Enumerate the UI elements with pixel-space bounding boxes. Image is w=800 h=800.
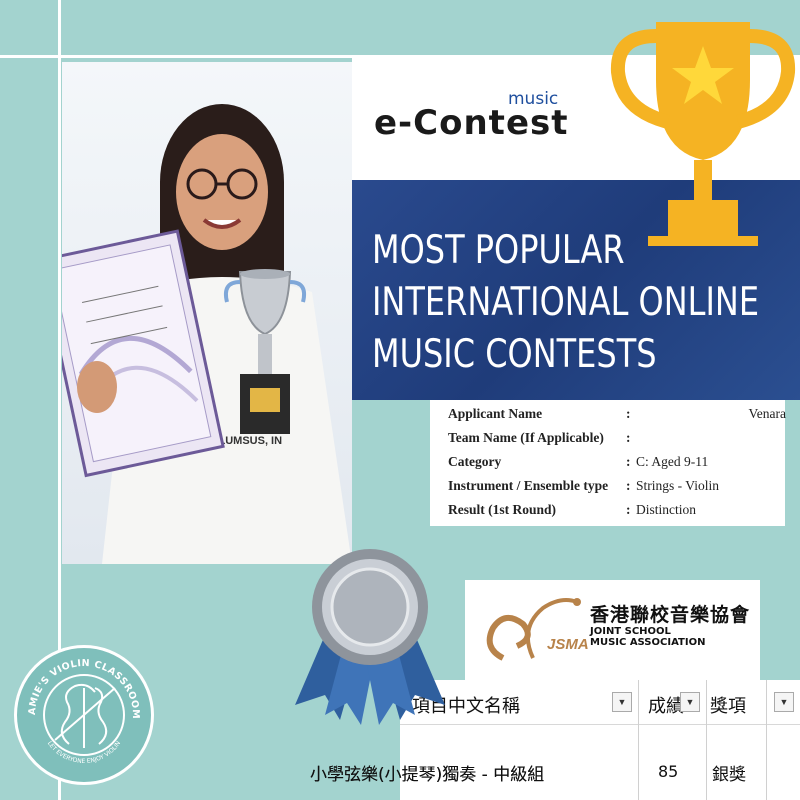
jsma-english-line-2: MUSIC ASSOCIATION <box>590 637 706 648</box>
applicant-info-card: Applicant Name : Venara Team Name (If Ap… <box>430 400 786 526</box>
info-label: Category <box>448 454 502 469</box>
econtest-logo: e-Contest <box>374 103 569 143</box>
info-row-result: Result (1st Round) : Distinction <box>448 502 778 522</box>
cell-score: 85 <box>658 762 679 781</box>
info-value: Venara <box>748 406 786 421</box>
headline-line-2: INTERNATIONAL ONLINE <box>372 280 760 325</box>
header-award: 獎項 <box>710 696 746 717</box>
jsma-chinese-name: 香港聯校音樂協會 <box>590 604 751 626</box>
info-colon: : <box>626 406 631 421</box>
info-row-instrument: Instrument / Ensemble type : Strings - V… <box>448 478 778 498</box>
info-colon: : <box>626 430 631 445</box>
filter-dropdown-icon[interactable]: ▼ <box>680 692 700 712</box>
info-row-category: Category : C: Aged 9-11 <box>448 454 778 474</box>
cell-award: 銀獎 <box>712 765 746 785</box>
info-colon: : <box>626 478 631 493</box>
info-value: C: Aged 9-11 <box>636 454 709 469</box>
info-label: Result (1st Round) <box>448 502 557 517</box>
student-photo: COLUMSUS, IN <box>62 62 352 564</box>
jsma-english-line-1: JOINT SCHOOL <box>590 626 671 637</box>
violin-scroll-icon <box>486 598 581 661</box>
filter-dropdown-icon[interactable]: ▼ <box>612 692 632 712</box>
jsma-english-name: JOINT SCHOOL MUSIC ASSOCIATION <box>590 626 705 648</box>
jsma-abbr: JSMA <box>547 636 589 653</box>
info-value: Distinction <box>636 502 696 517</box>
filter-dropdown-icon[interactable]: ▼ <box>774 692 794 712</box>
info-row-team-name: Team Name (If Applicable) : <box>448 430 778 450</box>
violin-icon <box>54 683 116 748</box>
trophy-icon <box>610 22 796 246</box>
info-value: Strings - Violin <box>636 478 719 493</box>
jsma-logo-block: JSMA 香港聯校音樂協會 JOINT SCHOOL MUSIC ASSOCIA… <box>465 580 760 680</box>
info-row-applicant-name: Applicant Name : Venara <box>448 406 786 426</box>
award-ribbon-icon <box>295 549 445 725</box>
info-label: Team Name (If Applicable) <box>448 430 604 445</box>
cell-item-text: 小學弦樂(小提琴)獨奏 - 中級組 <box>310 765 545 785</box>
info-colon: : <box>626 502 631 517</box>
info-label: Applicant Name <box>448 406 543 421</box>
headline-line-3: MUSIC CONTESTS <box>372 332 657 377</box>
jamies-violin-classroom-logo: JAMIE'S VIOLIN CLASSROOM LET EVERYONE EN… <box>14 645 154 785</box>
logo-ring: JAMIE'S VIOLIN CLASSROOM LET EVERYONE EN… <box>17 648 141 765</box>
info-label: Instrument / Ensemble type <box>448 478 609 493</box>
student-illustration: COLUMSUS, IN <box>62 104 352 564</box>
info-colon: : <box>626 454 631 469</box>
